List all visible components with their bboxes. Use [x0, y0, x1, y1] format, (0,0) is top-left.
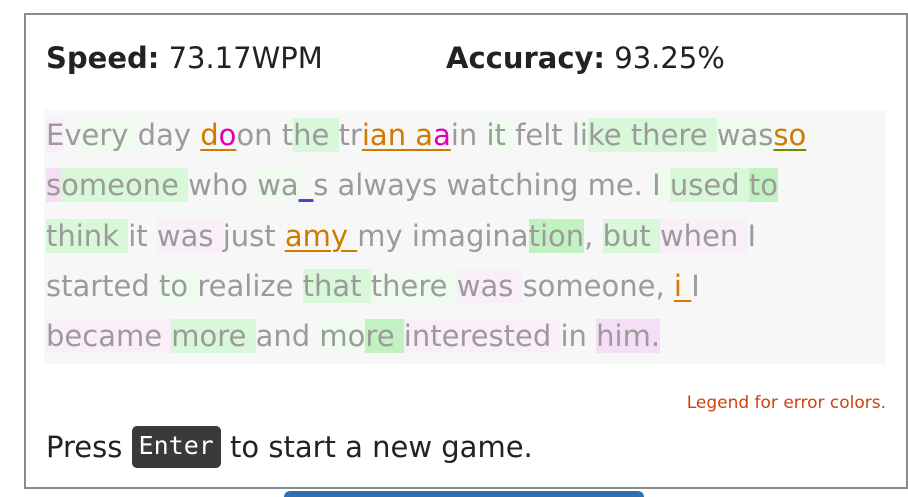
passage-segment: mo: [319, 319, 366, 354]
accuracy-value: 93.25%: [614, 41, 725, 75]
passage-segment: on: [236, 118, 282, 152]
enter-key[interactable]: Enter: [131, 426, 221, 468]
passage-segment: realize: [197, 268, 303, 303]
passage-segment: imagina: [411, 218, 529, 253]
passage-line: think it was just amy my imagination, bu…: [46, 211, 886, 261]
typing-error: _: [298, 168, 314, 203]
passage-segment: was: [156, 218, 223, 253]
typing-error: i: [673, 268, 692, 303]
passage-segment: day: [137, 118, 201, 152]
passage-segment: ke: [587, 118, 631, 152]
passage-segment: my: [357, 218, 412, 253]
passage-segment: in: [450, 118, 487, 152]
passage-segment: it: [486, 118, 516, 152]
passage-segment: ,: [584, 218, 603, 253]
passage-segment: always: [337, 168, 447, 203]
accuracy-label: Accuracy:: [446, 41, 606, 75]
typing-error: so: [773, 118, 807, 152]
passage-segment: think: [46, 218, 129, 253]
prompt-text-after: to start a new game.: [230, 430, 533, 464]
passage-segment: li: [571, 118, 588, 152]
passage-segment: I: [691, 268, 700, 303]
passage-segment: omeone: [61, 168, 189, 203]
prompt-text-before: Press: [46, 430, 123, 464]
passage-segment: there: [370, 268, 457, 303]
passage-segment: tr: [338, 118, 362, 152]
passage-segment: used: [669, 168, 749, 203]
passage-segment: re: [365, 319, 404, 354]
error-legend-link[interactable]: Legend for error colors.: [687, 393, 886, 413]
passage-segment: just: [222, 218, 285, 253]
restart-prompt: Press Enter to start a new game.: [46, 425, 533, 470]
speed-value: 73.17WPM: [168, 41, 323, 75]
passage-line: started to realize that there was someon…: [46, 261, 886, 311]
typed-passage: Every day doon the trian aain it felt li…: [44, 110, 886, 364]
passage-segment: in: [560, 319, 597, 354]
speed-stat: Speed: 73.17WPM: [46, 41, 323, 75]
passage-line: someone who wa_s always watching me. I u…: [46, 160, 886, 210]
passage-segment: to: [159, 268, 198, 303]
typing-error: d: [200, 118, 219, 152]
passage-segment: and: [255, 319, 320, 354]
passage-segment: I: [747, 218, 757, 253]
passage-segment: I: [652, 168, 670, 203]
passage-segment: but: [602, 218, 660, 253]
passage-segment: v: [64, 118, 82, 152]
typing-game-panel: Speed: 73.17WPM Accuracy: 93.25% Every d…: [24, 13, 908, 489]
passage-segment: was: [456, 268, 523, 303]
speed-label: Speed:: [46, 41, 160, 75]
passage-segment: was: [716, 118, 774, 152]
passage-segment: who: [188, 168, 258, 203]
passage-segment: started: [46, 268, 160, 303]
passage-segment: felt: [515, 118, 572, 152]
typing-error: o: [218, 118, 237, 152]
passage-segment: when: [659, 218, 748, 253]
passage-segment: he: [293, 118, 339, 152]
passage-segment: it: [128, 218, 157, 253]
passage-segment: became: [46, 319, 172, 354]
passage-segment: him.: [596, 319, 661, 354]
passage-segment: wa: [257, 168, 299, 203]
passage-segment: s: [46, 168, 62, 203]
passage-segment: to: [748, 168, 778, 203]
typing-error: amy: [284, 218, 358, 253]
typing-error: a: [433, 118, 451, 152]
accuracy-stat: Accuracy: 93.25%: [446, 41, 725, 75]
passage-segment: someone,: [522, 268, 674, 303]
passage-segment: ery: [81, 118, 138, 152]
passage-segment: interested: [403, 319, 561, 354]
passage-segment: that: [302, 268, 371, 303]
passage-segment: s: [313, 168, 338, 203]
next-section-bar: [284, 491, 644, 497]
passage-segment: E: [46, 118, 65, 152]
passage-segment: t: [281, 118, 294, 152]
typing-error: ian a: [361, 118, 434, 152]
passage-segment: watching: [446, 168, 588, 203]
passage-segment: tion: [528, 218, 585, 253]
passage-line: Every day doon the trian aain it felt li…: [46, 110, 886, 160]
passage-segment: there: [630, 118, 717, 152]
passage-segment: me.: [587, 168, 653, 203]
passage-segment: more: [171, 319, 256, 354]
passage-line: became more and more interested in him.: [46, 311, 886, 361]
